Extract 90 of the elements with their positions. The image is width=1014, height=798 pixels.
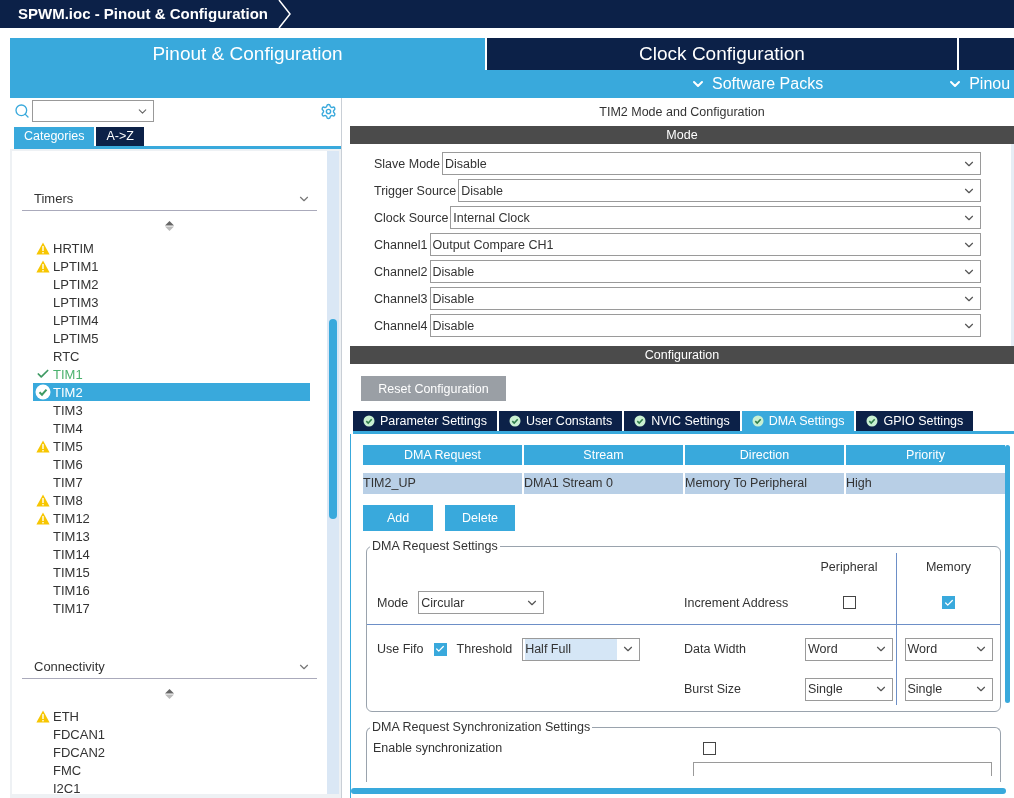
dropdown[interactable]: Disable	[458, 179, 981, 202]
dropdown[interactable]: Disable	[429, 314, 981, 337]
window-title: SPWM.ioc - Pinout & Configuration	[17, 4, 269, 24]
dropdown[interactable]: Single	[904, 677, 993, 701]
peripheral-item[interactable]: TIM17	[33, 599, 310, 617]
column-label: Peripheral	[820, 560, 878, 574]
field-label: Channel4	[374, 318, 428, 333]
category-title: Connectivity	[34, 659, 105, 674]
dropdown[interactable]: Half Full	[522, 637, 641, 661]
field-label: Mode	[377, 595, 409, 610]
column-header: Stream	[524, 445, 683, 465]
peripheral-item[interactable]: LPTIM2	[33, 275, 310, 293]
dropdown[interactable]: Word	[805, 637, 893, 661]
main-tab[interactable]: Clock Configuration	[487, 38, 959, 70]
peripheral-item[interactable]: RTC	[33, 347, 310, 365]
search-icon	[14, 103, 30, 119]
dropdown[interactable]: Internal Clock	[450, 206, 981, 229]
dropdown[interactable]: Output Compare CH1	[429, 233, 981, 256]
field-label: Trigger Source	[374, 183, 457, 198]
sort-icon[interactable]	[165, 221, 174, 231]
peripheral-item[interactable]: TIM7	[33, 473, 310, 491]
dropdown[interactable]: Disable	[442, 152, 981, 175]
field-label: Burst Size	[684, 682, 741, 696]
dropdown[interactable]: Disable	[429, 287, 981, 310]
table-cell[interactable]: Memory To Peripheral	[685, 473, 844, 494]
dropdown[interactable]: Circular	[418, 591, 545, 614]
check-circle-icon	[751, 415, 764, 427]
peripheral-item[interactable]: TIM13	[33, 527, 310, 545]
peripheral-item[interactable]: LPTIM5	[33, 329, 310, 347]
field-label: Slave Mode	[374, 156, 440, 171]
peripheral-item[interactable]: FDCAN1	[33, 725, 310, 743]
checkbox[interactable]	[433, 642, 447, 656]
section-header: Mode	[350, 126, 1014, 144]
column-header: DMA Request	[363, 445, 522, 465]
group-title: DMA Request Settings	[371, 539, 499, 553]
settings-tab[interactable]: Parameter Settings	[353, 411, 497, 431]
checkbox[interactable]	[942, 596, 955, 609]
field-label: Channel1	[374, 237, 428, 252]
group-title: DMA Request Synchronization Settings	[371, 720, 592, 734]
table-cell[interactable]: TIM2_UP	[363, 473, 522, 494]
column-header: Direction	[685, 445, 844, 465]
settings-icon[interactable]	[320, 102, 337, 120]
field-label: Enable synchronization	[373, 741, 504, 755]
check-circle-icon	[509, 415, 521, 427]
dropdown[interactable]: Single	[805, 677, 893, 701]
peripheral-item[interactable]: TIM14	[33, 545, 310, 563]
field-label: Use Fifo	[377, 642, 424, 656]
peripheral-item[interactable]: TIM5	[33, 437, 310, 455]
input-field[interactable]	[693, 762, 992, 776]
check-circle-icon	[363, 415, 375, 427]
check-circle-icon	[866, 415, 879, 427]
sort-icon[interactable]	[165, 689, 174, 699]
peripheral-item[interactable]: TIM4	[33, 419, 310, 437]
peripheral-item[interactable]: LPTIM3	[33, 293, 310, 311]
field-label: Threshold	[456, 642, 513, 656]
peripheral-item[interactable]: TIM15	[33, 563, 310, 581]
peripheral-item[interactable]: I2C1	[33, 779, 310, 794]
settings-tab[interactable]: NVIC Settings	[624, 411, 740, 431]
column-header: Priority	[846, 445, 1005, 465]
checkbox[interactable]	[703, 741, 716, 755]
settings-tab[interactable]: GPIO Settings	[856, 411, 974, 431]
peripheral-item[interactable]: LPTIM1	[33, 257, 310, 275]
dropdown[interactable]: Word	[904, 637, 993, 661]
field-label: Channel3	[374, 291, 428, 306]
panel-title: TIM2 Mode and Configuration	[598, 104, 766, 121]
dropdown[interactable]: Disable	[429, 260, 981, 283]
peripheral-item[interactable]: FMC	[33, 761, 310, 779]
settings-tab[interactable]: User Constants	[499, 411, 623, 431]
peripheral-item[interactable]: TIM6	[33, 455, 310, 473]
peripheral-item[interactable]: FDCAN2	[33, 743, 310, 761]
table-cell[interactable]: High	[846, 473, 1005, 494]
search-field[interactable]	[32, 100, 154, 122]
peripheral-item[interactable]: TIM8	[33, 491, 310, 509]
check-circle-icon	[634, 415, 647, 427]
peripheral-item[interactable]: HRTIM	[33, 239, 310, 257]
category-tab[interactable]: A->Z	[96, 127, 144, 146]
category-title: Timers	[34, 191, 74, 206]
field-label: Clock Source	[374, 210, 449, 225]
peripheral-item[interactable]: TIM3	[33, 401, 310, 419]
peripheral-item[interactable]: ETH	[33, 707, 310, 725]
peripheral-item[interactable]: TIM16	[33, 581, 310, 599]
field-label: Channel2	[374, 264, 428, 279]
column-label: Memory	[925, 560, 972, 574]
field-label: Data Width	[684, 642, 746, 656]
peripheral-item[interactable]: TIM12	[33, 509, 310, 527]
table-cell[interactable]: DMA1 Stream 0	[524, 473, 683, 494]
peripheral-item[interactable]: LPTIM4	[33, 311, 310, 329]
section-header: Configuration	[350, 346, 1014, 364]
field-label: Increment Address	[684, 595, 789, 610]
checkbox[interactable]	[842, 596, 856, 609]
